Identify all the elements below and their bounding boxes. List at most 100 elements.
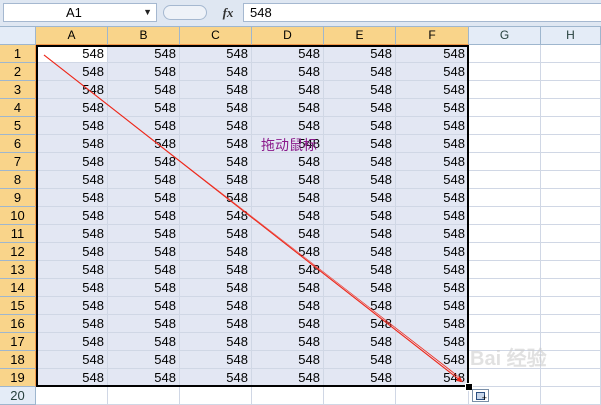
insert-function-icon[interactable]: fx [214,3,242,22]
cell-h1[interactable] [541,45,601,63]
cell-g4[interactable] [469,99,541,117]
cell-f6[interactable]: 548 [396,135,469,153]
formula-input[interactable]: 548 [243,3,601,22]
cell-a19[interactable]: 548 [36,369,108,387]
select-all-button[interactable] [0,27,36,45]
cell-f11[interactable]: 548 [396,225,469,243]
cell-d16[interactable]: 548 [252,315,324,333]
cell-e9[interactable]: 548 [324,189,396,207]
row-header-18[interactable]: 18 [0,351,36,369]
cell-e6[interactable]: 548 [324,135,396,153]
cell-b19[interactable]: 548 [108,369,180,387]
column-header-a[interactable]: A [36,27,108,45]
row-header-7[interactable]: 7 [0,153,36,171]
cell-g3[interactable] [469,81,541,99]
cell-b15[interactable]: 548 [108,297,180,315]
cell-g8[interactable] [469,171,541,189]
row-header-15[interactable]: 15 [0,297,36,315]
column-header-d[interactable]: D [252,27,324,45]
cell-g12[interactable] [469,243,541,261]
cell-g5[interactable] [469,117,541,135]
cell-h4[interactable] [541,99,601,117]
cell-c7[interactable]: 548 [180,153,252,171]
cell-a8[interactable]: 548 [36,171,108,189]
cell-c20[interactable] [180,387,252,405]
cell-h6[interactable] [541,135,601,153]
cell-e20[interactable] [324,387,396,405]
cell-g13[interactable] [469,261,541,279]
cell-c17[interactable]: 548 [180,333,252,351]
cell-c2[interactable]: 548 [180,63,252,81]
cell-h14[interactable] [541,279,601,297]
cell-f12[interactable]: 548 [396,243,469,261]
cell-d13[interactable]: 548 [252,261,324,279]
cell-h20[interactable] [541,387,601,405]
cell-d11[interactable]: 548 [252,225,324,243]
cell-h3[interactable] [541,81,601,99]
cell-e10[interactable]: 548 [324,207,396,225]
cell-f1[interactable]: 548 [396,45,469,63]
cell-h8[interactable] [541,171,601,189]
cell-e5[interactable]: 548 [324,117,396,135]
cell-f20[interactable] [396,387,469,405]
cell-a10[interactable]: 548 [36,207,108,225]
column-header-c[interactable]: C [180,27,252,45]
cell-g11[interactable] [469,225,541,243]
cell-c5[interactable]: 548 [180,117,252,135]
cell-e3[interactable]: 548 [324,81,396,99]
cell-g16[interactable] [469,315,541,333]
cell-g15[interactable] [469,297,541,315]
row-header-9[interactable]: 9 [0,189,36,207]
row-header-6[interactable]: 6 [0,135,36,153]
cell-c15[interactable]: 548 [180,297,252,315]
cell-c10[interactable]: 548 [180,207,252,225]
cell-f14[interactable]: 548 [396,279,469,297]
cell-c13[interactable]: 548 [180,261,252,279]
cell-d4[interactable]: 548 [252,99,324,117]
cell-d19[interactable]: 548 [252,369,324,387]
cell-c8[interactable]: 548 [180,171,252,189]
cell-c3[interactable]: 548 [180,81,252,99]
cell-h16[interactable] [541,315,601,333]
cell-h9[interactable] [541,189,601,207]
column-header-f[interactable]: F [396,27,469,45]
cell-a9[interactable]: 548 [36,189,108,207]
cell-e13[interactable]: 548 [324,261,396,279]
cell-c4[interactable]: 548 [180,99,252,117]
cell-c6[interactable]: 548 [180,135,252,153]
cell-f10[interactable]: 548 [396,207,469,225]
cell-a14[interactable]: 548 [36,279,108,297]
cell-g1[interactable] [469,45,541,63]
cell-b7[interactable]: 548 [108,153,180,171]
cell-d15[interactable]: 548 [252,297,324,315]
cell-c9[interactable]: 548 [180,189,252,207]
cell-f7[interactable]: 548 [396,153,469,171]
cell-a13[interactable]: 548 [36,261,108,279]
cell-f5[interactable]: 548 [396,117,469,135]
formula-bar-resize-handle[interactable] [163,5,207,20]
cell-a4[interactable]: 548 [36,99,108,117]
row-header-20[interactable]: 20 [0,387,36,405]
cell-g14[interactable] [469,279,541,297]
cell-h5[interactable] [541,117,601,135]
column-header-e[interactable]: E [324,27,396,45]
row-header-11[interactable]: 11 [0,225,36,243]
cell-c18[interactable]: 548 [180,351,252,369]
cell-b12[interactable]: 548 [108,243,180,261]
row-header-14[interactable]: 14 [0,279,36,297]
cell-f17[interactable]: 548 [396,333,469,351]
cell-f13[interactable]: 548 [396,261,469,279]
name-box[interactable]: A1 ▼ [3,3,157,22]
row-header-1[interactable]: 1 [0,45,36,63]
cell-a7[interactable]: 548 [36,153,108,171]
cell-e16[interactable]: 548 [324,315,396,333]
cell-e14[interactable]: 548 [324,279,396,297]
cell-b16[interactable]: 548 [108,315,180,333]
cell-h19[interactable] [541,369,601,387]
cell-f8[interactable]: 548 [396,171,469,189]
cell-h12[interactable] [541,243,601,261]
row-header-3[interactable]: 3 [0,81,36,99]
cell-a18[interactable]: 548 [36,351,108,369]
cell-e15[interactable]: 548 [324,297,396,315]
cell-a12[interactable]: 548 [36,243,108,261]
